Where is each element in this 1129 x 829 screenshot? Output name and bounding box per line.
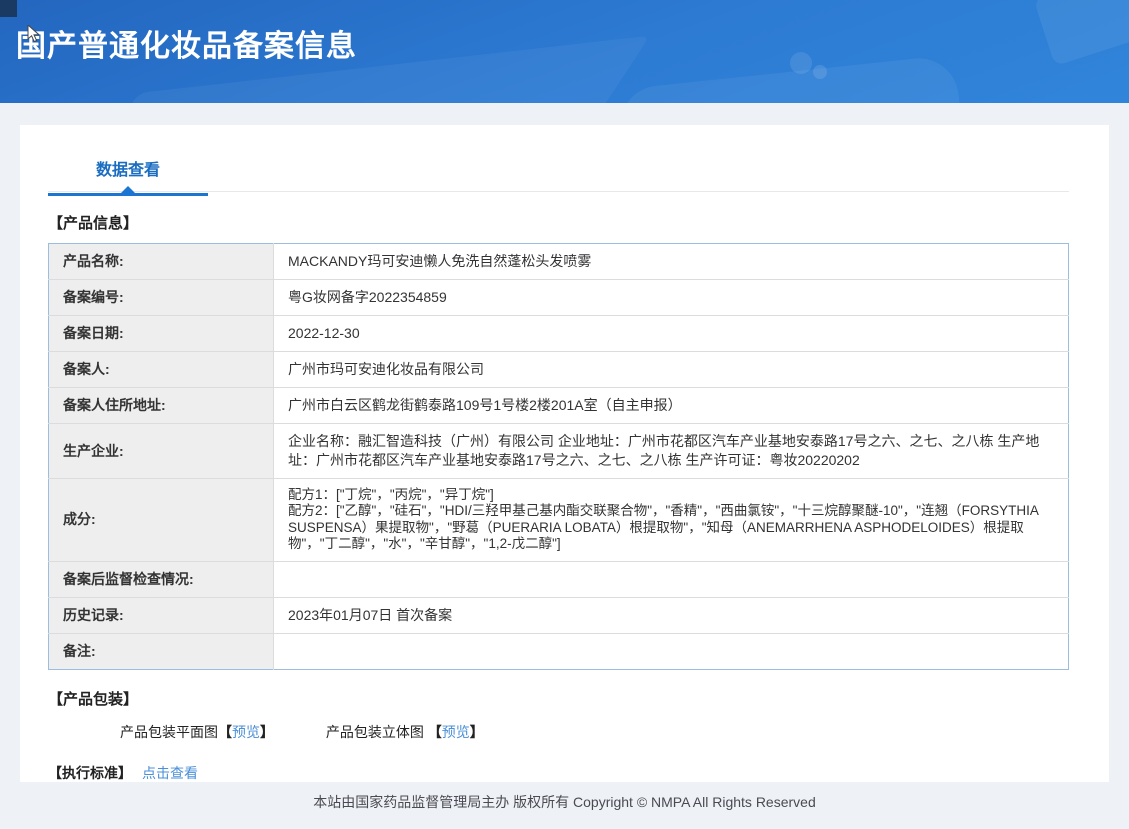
row-label: 备案人: [48,351,274,388]
page-title: 国产普通化妆品备案信息 [16,30,357,63]
product-info-section-title: 【产品信息】 [48,215,139,232]
tab-bar: 数据查看 [48,155,1069,196]
table-row: 备案人: 广州市玛可安迪化妆品有限公司 [48,351,1069,388]
row-label: 产品名称: [48,243,274,280]
row-label: 备案后监督检查情况: [48,561,274,598]
preview-link-3d[interactable]: 预览 [442,724,470,740]
table-row: 备注: [48,633,1069,670]
standards-view-link[interactable]: 点击查看 [142,765,198,781]
row-value [274,633,1069,669]
packaging-section-title: 【产品包装】 [48,690,139,708]
row-value: 企业名称：融汇智造科技（广州）有限公司 企业地址：广州市花都区汽车产业基地安泰路… [273,423,1069,479]
row-value: 广州市玛可安迪化妆品有限公司 [273,351,1069,388]
standards-line: 【执行标准】 点击查看 [48,763,1069,782]
table-row: 生产企业: 企业名称：融汇智造科技（广州）有限公司 企业地址：广州市花都区汽车产… [48,423,1069,479]
table-row: 备案编号: 粤G妆网备字2022354859 [48,279,1069,316]
packaging-3d-label: 产品包装立体图 [325,723,428,740]
product-info-table: 产品名称: MACKANDY玛可安迪懒人免洗自然蓬松头发喷雾 备案编号: 粤G妆… [48,243,1069,670]
packaging-flat-item: 产品包装平面图【预览】 [120,722,274,742]
header-decoration-circle [790,52,812,74]
table-row: 产品名称: MACKANDY玛可安迪懒人免洗自然蓬松头发喷雾 [48,243,1069,280]
row-label: 备案日期: [48,315,274,352]
table-row: 成分: 配方1：["丁烷"，"丙烷"，"异丁烷"] 配方2：["乙醇"，"硅石"… [48,478,1069,562]
header-decoration-circle [813,65,827,79]
bracket-close: 】 [260,723,274,740]
bracket-close: 】 [469,723,484,740]
packaging-3d-item: 产品包装立体图 【预览】 [326,722,484,742]
row-value: MACKANDY玛可安迪懒人免洗自然蓬松头发喷雾 [273,243,1069,280]
table-row: 备案人住所地址: 广州市白云区鹤龙街鹤泰路109号1号楼2楼201A室（自主申报… [48,387,1069,424]
table-row: 备案后监督检查情况: [48,561,1069,598]
page-header: 国产普通化妆品备案信息 [0,0,1129,103]
tab-data-view[interactable]: 数据查看 [48,156,208,196]
header-decoration [1033,0,1129,67]
packaging-line: 产品包装平面图【预览】 产品包装立体图 【预览】 [120,722,1069,742]
page-footer: 本站由国家药品监督管理局主办 版权所有 Copyright © NMPA All… [0,782,1129,829]
row-value: 粤G妆网备字2022354859 [273,279,1069,316]
row-value: 2022-12-30 [273,315,1069,352]
row-value: 2023年01月07日 首次备案 [273,597,1069,634]
preview-link-flat[interactable]: 预览 [232,724,260,740]
header-corner-square [0,0,17,17]
packaging-flat-label: 产品包装平面图 [120,723,218,740]
row-label: 成分: [48,478,274,562]
row-label: 历史记录: [48,597,274,634]
table-row: 历史记录: 2023年01月07日 首次备案 [48,597,1069,634]
row-label: 备案人住所地址: [48,387,274,424]
mouse-cursor-icon [27,25,41,43]
row-label: 备案编号: [48,279,274,316]
row-value: 配方1：["丁烷"，"丙烷"，"异丁烷"] 配方2：["乙醇"，"硅石"，"HD… [273,478,1069,562]
table-row: 备案日期: 2022-12-30 [48,315,1069,352]
standards-section-title: 【执行标准】 [48,764,132,781]
footer-text: 本站由国家药品监督管理局主办 版权所有 Copyright © NMPA All… [313,794,816,810]
row-value: 广州市白云区鹤龙街鹤泰路109号1号楼2楼201A室（自主申报） [273,387,1069,424]
row-value [273,561,1069,598]
bracket-open: 【 [427,723,442,740]
row-label: 备注: [48,633,274,670]
main-card: 数据查看 【产品信息】 产品名称: MACKANDY玛可安迪懒人免洗自然蓬松头发… [20,125,1109,782]
bracket-open: 【 [218,723,232,740]
row-label: 生产企业: [48,423,274,479]
